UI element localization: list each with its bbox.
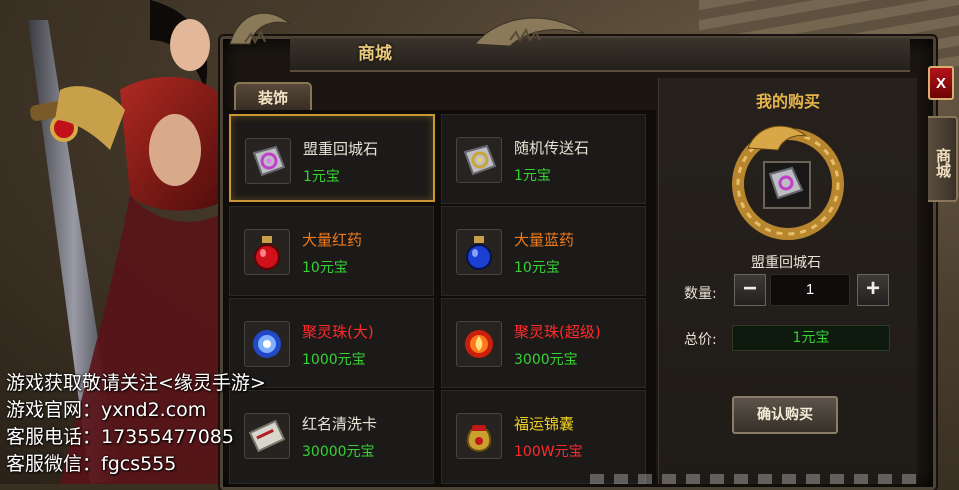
dragon-ring-frame-icon <box>732 125 844 240</box>
quantity-plus-button[interactable]: + <box>857 274 889 306</box>
item-price: 1元宝 <box>303 169 340 185</box>
promo-line: 游戏官网：yxnd2.com <box>6 399 207 421</box>
item-name: 大量蓝药 <box>514 231 575 249</box>
quantity-input[interactable]: 1 <box>770 274 850 306</box>
lucky-bag-icon <box>456 413 502 459</box>
return-stone-icon <box>245 138 291 184</box>
item-price: 10元宝 <box>514 260 560 276</box>
tab-shop-side[interactable]: 商城 <box>928 116 958 202</box>
item-name: 红名清洗卡 <box>302 415 378 433</box>
shop-item-blue-potion[interactable]: 大量蓝药 10元宝 <box>441 206 646 296</box>
item-name: 大量红药 <box>302 231 363 249</box>
shop-item-teleport-stone[interactable]: 随机传送石 1元宝 <box>441 114 646 204</box>
total-price-value: 1元宝 <box>732 325 890 351</box>
shop-item-lucky-bag[interactable]: 福运锦囊 100W元宝 <box>441 390 646 484</box>
fire-orb-icon <box>456 321 502 367</box>
dragon-ornament-left-icon <box>229 12 291 45</box>
shop-item-spirit-orb-super[interactable]: 聚灵珠(超级) 3000元宝 <box>441 298 646 388</box>
confirm-purchase-button[interactable]: 确认购买 <box>732 396 838 434</box>
item-price: 30000元宝 <box>302 444 375 460</box>
close-button[interactable]: X <box>928 66 954 100</box>
quantity-minus-button[interactable]: − <box>734 274 766 306</box>
item-name: 福运锦囊 <box>514 415 575 433</box>
total-price-label: 总价: <box>684 332 717 348</box>
item-price: 100W元宝 <box>514 444 583 460</box>
red-potion-icon <box>244 229 290 275</box>
teleport-stone-icon <box>456 137 502 183</box>
item-name: 聚灵珠(超级) <box>514 323 601 341</box>
item-price: 1元宝 <box>514 168 551 184</box>
quantity-label: 数量: <box>684 286 717 302</box>
promo-line: 客服微信：fgcs555 <box>6 453 177 475</box>
item-price: 3000元宝 <box>514 352 578 368</box>
item-name: 随机传送石 <box>514 139 590 157</box>
promo-line: 游戏获取敬请关注<缘灵手游> <box>6 372 266 394</box>
item-price: 10元宝 <box>302 260 348 276</box>
item-name: 盟重回城石 <box>303 140 379 158</box>
watermark <box>590 474 920 484</box>
selected-item-name: 盟重回城石 <box>751 255 821 271</box>
item-price: 1000元宝 <box>302 352 366 368</box>
promo-overlay: 游戏获取敬请关注<缘灵手游> 游戏官网：yxnd2.com 客服电话：17355… <box>6 370 266 478</box>
dragon-ornament-right-icon <box>473 17 586 47</box>
item-name: 聚灵珠(大) <box>302 323 374 341</box>
blue-potion-icon <box>456 229 502 275</box>
shop-title: 商城 <box>358 44 392 64</box>
promo-line: 客服电话：17355477085 <box>6 426 234 448</box>
shop-item-return-stone[interactable]: 盟重回城石 1元宝 <box>229 114 435 202</box>
tab-decoration[interactable]: 装饰 <box>234 82 312 112</box>
blue-orb-icon <box>244 321 290 367</box>
purchase-title: 我的购买 <box>755 92 820 111</box>
shop-item-red-potion[interactable]: 大量红药 10元宝 <box>229 206 434 296</box>
